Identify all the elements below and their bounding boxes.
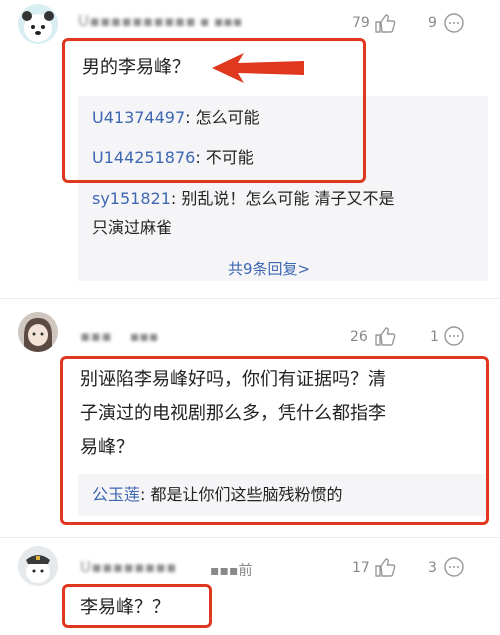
red-highlight-box [62, 584, 212, 628]
reply-bubble-icon[interactable] [443, 325, 465, 347]
red-highlight-box [60, 356, 489, 525]
thumbs-up-icon[interactable] [374, 557, 396, 577]
bear-avatar-icon [22, 11, 54, 42]
reply-count: 3 [428, 560, 437, 576]
reply-count: 1 [430, 329, 439, 345]
timestamp: ▪▪▪ [130, 329, 159, 345]
avatar[interactable] [18, 312, 58, 352]
reply-count: 9 [428, 15, 437, 31]
thumbs-up-icon[interactable] [374, 13, 396, 33]
avatar[interactable] [18, 4, 58, 44]
thumbs-up-icon[interactable] [374, 326, 396, 346]
avatar[interactable] [18, 546, 58, 586]
like-count: 17 [352, 560, 370, 576]
more-replies-link[interactable]: 共9条回复> [228, 258, 310, 279]
like-count: 79 [352, 15, 370, 31]
red-highlight-box [62, 38, 366, 183]
divider [0, 298, 500, 299]
reply-bubble-icon[interactable] [443, 12, 465, 34]
timestamp: ▪ ▪▪▪ [200, 14, 243, 30]
username[interactable]: ▪▪▪ [80, 327, 112, 345]
timestamp: ▪▪▪前 [210, 563, 253, 579]
reply-item[interactable]: sy151821: 别乱说！怎么可能 清子又不是 [92, 186, 394, 212]
username[interactable]: U▪▪▪▪▪▪▪▪▪▪ [78, 12, 196, 30]
girl-avatar-icon [18, 312, 58, 352]
reply-bubble-icon[interactable] [443, 556, 465, 578]
username[interactable]: U▪▪▪▪▪▪▪▪ [80, 558, 177, 576]
reply-username[interactable]: sy151821 [92, 189, 171, 208]
reply-text-continued: 只演过麻雀 [92, 218, 173, 237]
police-avatar-icon [18, 546, 58, 586]
reply-text: : 别乱说！怎么可能 清子又不是 [170, 189, 395, 208]
divider [0, 537, 500, 538]
like-count: 26 [350, 329, 368, 345]
